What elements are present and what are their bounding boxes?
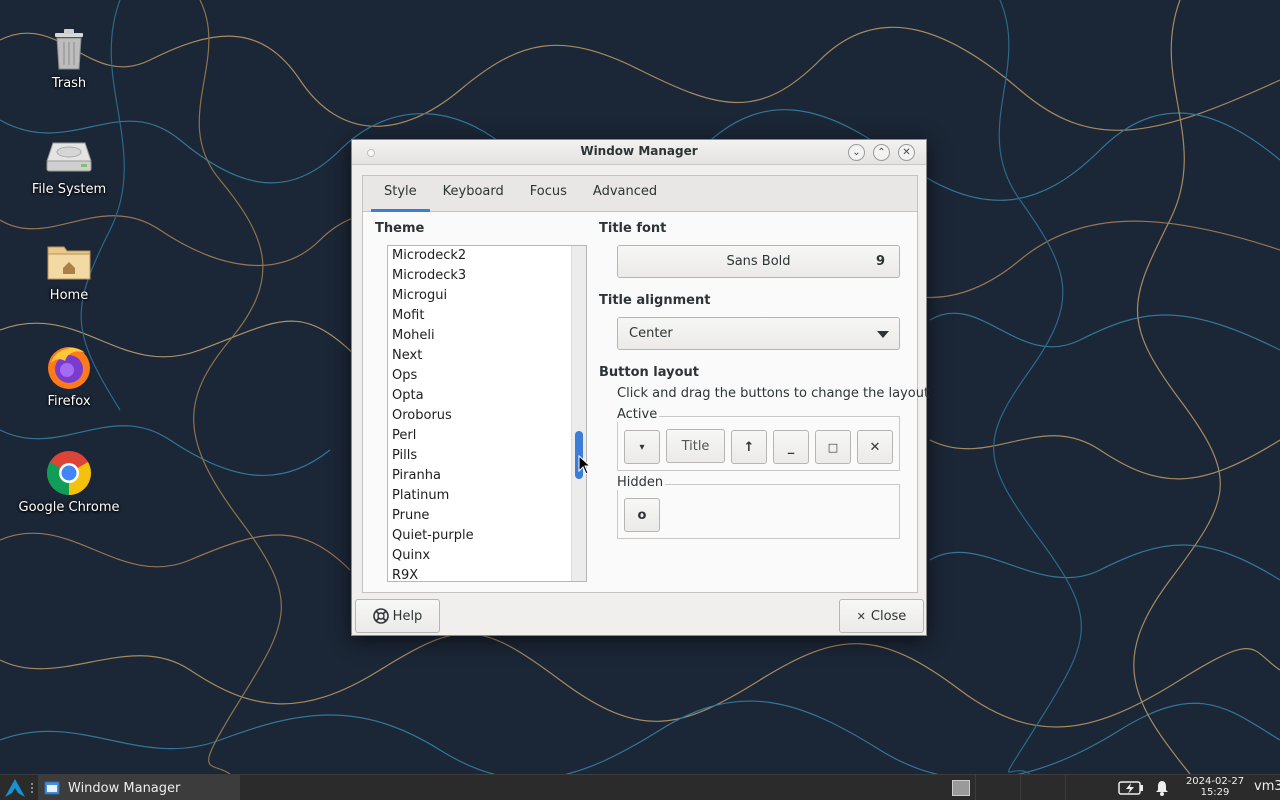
close-icon: ✕: [902, 146, 911, 158]
chevron-up-icon: ⌃: [877, 146, 886, 158]
desktop-icon-file-system[interactable]: File System: [14, 130, 124, 197]
theme-list[interactable]: Microdeck2 Microdeck3 Microgui Mofit Moheli N…: [387, 245, 587, 582]
alignment-value: Center: [629, 326, 673, 341]
chevron-down-icon: ⌄: [852, 146, 861, 158]
workspace-divider: [1065, 775, 1066, 800]
firefox-icon: [44, 342, 94, 392]
close-label: Close: [870, 608, 907, 624]
title-token[interactable]: Title: [666, 429, 725, 463]
close-window-button[interactable]: ✕: [898, 144, 915, 161]
style-page: Theme Microdeck2 Microdeck3 Microgui Mofit M…: [363, 213, 929, 592]
tab-style[interactable]: Style: [371, 176, 430, 212]
hidden-label: Hidden: [617, 475, 666, 490]
theme-list-item[interactable]: Ops: [388, 366, 586, 386]
help-icon: [372, 608, 389, 624]
dropdown-arrow-icon: [877, 331, 889, 338]
chrome-icon: [44, 448, 94, 498]
clock[interactable]: 2024-02-27 15:29: [1180, 776, 1250, 798]
close-button-token[interactable]: ✕: [857, 430, 893, 464]
desktop-icon-label: File System: [31, 182, 107, 197]
home-folder-icon: [44, 236, 94, 286]
app-menu-button[interactable]: [4, 778, 26, 798]
help-label: Help: [392, 608, 423, 624]
desktop-icon-label: Home: [49, 288, 89, 303]
notifications-bell-icon[interactable]: [1154, 780, 1170, 800]
stick-button-token[interactable]: o: [624, 498, 660, 532]
taskbar-separator: [31, 783, 34, 793]
theme-list-item[interactable]: Piranha: [388, 466, 586, 486]
theme-list-item[interactable]: Quiet-purple: [388, 526, 586, 546]
user-name[interactable]: vm3: [1254, 779, 1280, 794]
theme-list-item[interactable]: Microdeck3: [388, 266, 586, 286]
title-alignment-dropdown[interactable]: Center: [617, 317, 900, 350]
theme-list-item[interactable]: Mofit: [388, 306, 586, 326]
window-manager-icon: [44, 781, 60, 795]
tab-bar: Style Keyboard Focus Advanced: [363, 176, 917, 212]
theme-list-item[interactable]: Next: [388, 346, 586, 366]
workspace-1[interactable]: [952, 780, 970, 796]
desktop-icon-firefox[interactable]: Firefox: [14, 342, 124, 409]
button-layout-heading: Button layout: [599, 365, 700, 380]
minimize-button-token[interactable]: _: [773, 430, 809, 464]
trash-icon: [44, 24, 94, 74]
title-font-heading: Title font: [599, 221, 667, 236]
theme-list-item[interactable]: Perl: [388, 426, 586, 446]
close-button[interactable]: ✕ Close: [839, 599, 924, 633]
tab-advanced[interactable]: Advanced: [580, 176, 670, 212]
taskbar: Window Manager 2024-02-27 15:29 vm3: [0, 774, 1280, 800]
theme-heading: Theme: [375, 221, 425, 236]
maximize-button-token[interactable]: □: [815, 430, 851, 464]
dialog-footer: Help ✕ Close: [352, 595, 926, 635]
arch-logo-icon: [5, 779, 25, 797]
desktop-icon-home[interactable]: Home: [14, 236, 124, 303]
theme-list-item[interactable]: Opta: [388, 386, 586, 406]
shade-button-token[interactable]: ↑: [731, 430, 767, 464]
title-font-button[interactable]: Sans Bold 9: [617, 245, 900, 278]
help-button[interactable]: Help: [355, 599, 440, 633]
menu-button-token[interactable]: ▾: [624, 430, 660, 464]
desktop-icon-google-chrome[interactable]: Google Chrome: [14, 448, 124, 515]
theme-list-item[interactable]: R9X: [388, 566, 586, 581]
theme-list-item[interactable]: Oroborus: [388, 406, 586, 426]
theme-list-item[interactable]: Microdeck2: [388, 246, 586, 266]
desktop-icon-label: Trash: [51, 76, 87, 91]
button-layout-hint: Click and drag the buttons to change the…: [617, 386, 930, 401]
workspace-divider: [1020, 775, 1021, 800]
font-size: 9: [875, 254, 885, 269]
active-label: Active: [617, 407, 660, 422]
font-name: Sans Bold: [726, 254, 791, 269]
workspace-divider: [975, 775, 976, 800]
theme-list-scrollbar[interactable]: [571, 246, 586, 581]
theme-list-item[interactable]: Microgui: [388, 286, 586, 306]
settings-notebook: Style Keyboard Focus Advanced Theme Micr…: [362, 175, 929, 593]
theme-list-item[interactable]: Quinx: [388, 546, 586, 566]
close-icon: ✕: [856, 609, 866, 623]
clock-time: 15:29: [1200, 787, 1230, 798]
desktop-icon-label: Firefox: [47, 394, 91, 409]
desktop-icon-label: Google Chrome: [18, 500, 120, 515]
task-label: Window Manager: [68, 780, 181, 796]
theme-list-item[interactable]: Pills: [388, 446, 586, 466]
titlebar[interactable]: Window Manager ⌄ ⌃ ✕: [352, 140, 926, 165]
drive-icon: [44, 130, 94, 180]
clock-date: 2024-02-27: [1185, 776, 1245, 787]
taskbar-task-window-manager[interactable]: Window Manager: [38, 775, 240, 800]
maximize-button[interactable]: ⌃: [873, 144, 890, 161]
theme-list-item[interactable]: Moheli: [388, 326, 586, 346]
battery-icon[interactable]: [1118, 780, 1144, 800]
active-buttons-frame[interactable]: ▾ Title ↑ _ □ ✕: [617, 416, 900, 471]
tab-focus[interactable]: Focus: [517, 176, 580, 212]
hidden-buttons-frame[interactable]: o: [617, 484, 900, 539]
window-manager-dialog: Window Manager ⌄ ⌃ ✕ Style Keyboard Focu…: [351, 139, 929, 636]
minimize-button[interactable]: ⌄: [848, 144, 865, 161]
theme-list-item[interactable]: Platinum: [388, 486, 586, 506]
theme-list-item[interactable]: Prune: [388, 506, 586, 526]
desktop-icon-trash[interactable]: Trash: [14, 24, 124, 91]
tab-keyboard[interactable]: Keyboard: [430, 176, 517, 212]
theme-items: Microdeck2 Microdeck3 Microgui Mofit Moheli N…: [388, 246, 586, 581]
window-title: Window Manager: [580, 144, 698, 158]
mouse-cursor-icon: [578, 455, 592, 475]
title-alignment-heading: Title alignment: [599, 293, 711, 308]
